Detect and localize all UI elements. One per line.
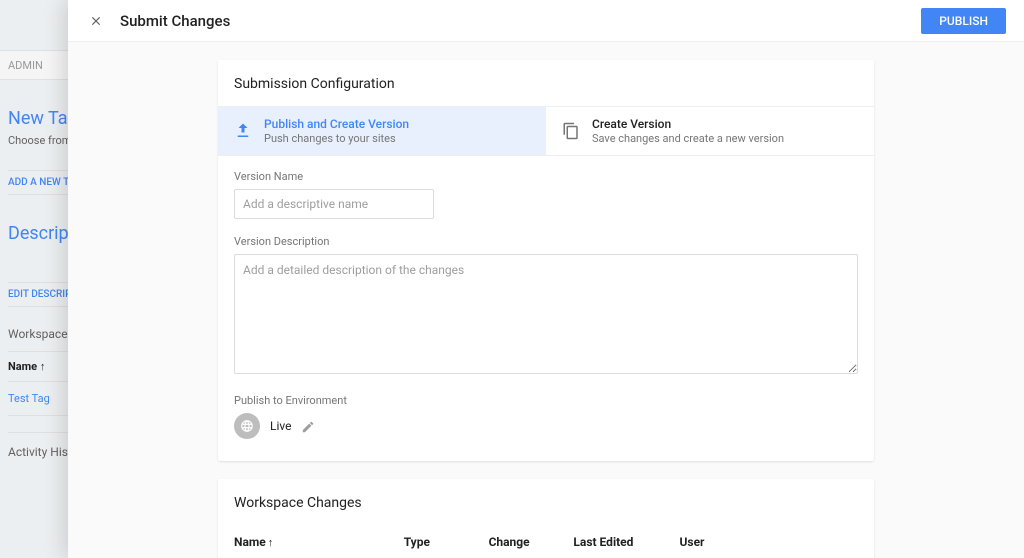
submit-changes-modal: Submit Changes PUBLISH Submission Config… (68, 0, 1024, 558)
modal-header: Submit Changes PUBLISH (68, 0, 1024, 42)
environment-name: Live (270, 419, 291, 433)
globe-icon (234, 413, 260, 439)
changes-card-title: Workspace Changes (218, 479, 874, 525)
version-name-input[interactable] (234, 189, 434, 219)
submission-config-card: Submission Configuration Publish and Cre… (218, 60, 874, 461)
copy-icon (562, 122, 580, 140)
close-icon[interactable] (86, 11, 106, 31)
version-desc-label: Version Description (234, 235, 858, 248)
config-card-title: Submission Configuration (218, 60, 874, 106)
upload-icon (234, 122, 252, 140)
option-title: Publish and Create Version (264, 117, 409, 131)
version-desc-textarea[interactable] (234, 254, 858, 374)
option-create-version[interactable]: Create Version Save changes and create a… (546, 107, 874, 155)
col-type[interactable]: Type (404, 535, 489, 549)
option-subtitle: Push changes to your sites (264, 132, 409, 145)
table-header-row: Name↑ Type Change Last Edited User (234, 525, 858, 558)
pencil-icon[interactable] (301, 419, 315, 433)
option-publish-and-create[interactable]: Publish and Create Version Push changes … (218, 107, 546, 155)
publish-env-label: Publish to Environment (234, 394, 858, 407)
col-change[interactable]: Change (489, 535, 574, 549)
col-name[interactable]: Name↑ (234, 535, 404, 549)
version-name-label: Version Name (234, 170, 858, 183)
option-title: Create Version (592, 117, 784, 131)
col-last-edited[interactable]: Last Edited (573, 535, 679, 549)
sort-arrow-icon: ↑ (268, 536, 274, 549)
col-user[interactable]: User (680, 535, 829, 549)
workspace-changes-card: Workspace Changes Name↑ Type Change Last… (218, 479, 874, 558)
submission-options: Publish and Create Version Push changes … (218, 106, 874, 156)
publish-button[interactable]: PUBLISH (921, 8, 1006, 34)
option-subtitle: Save changes and create a new version (592, 132, 784, 145)
modal-title: Submit Changes (120, 12, 921, 30)
